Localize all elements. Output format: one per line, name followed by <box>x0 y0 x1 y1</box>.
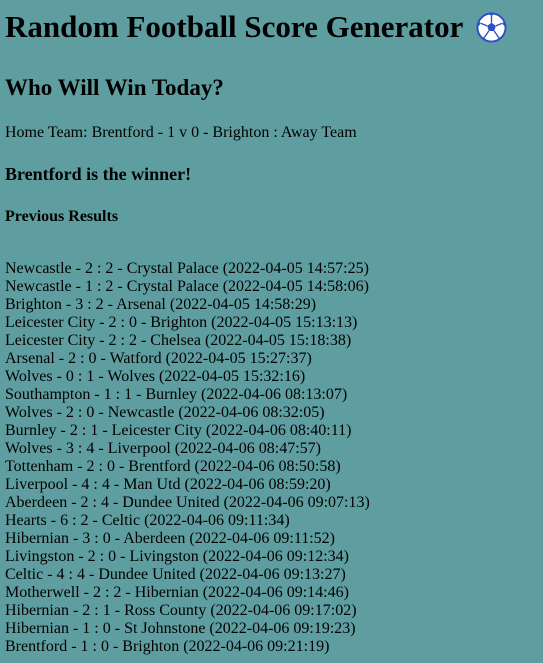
previous-results-heading: Previous Results <box>5 208 119 225</box>
result-row: Tottenham - 2 : 0 - Brentford (2022-04-0… <box>5 458 341 475</box>
result-row: Burnley - 2 : 1 - Leicester City (2022-0… <box>5 422 352 439</box>
result-row: Hibernian - 3 : 0 - Aberdeen (2022-04-06… <box>5 530 335 547</box>
soccer-ball-icon <box>476 11 507 43</box>
result-row: Hibernian - 1 : 0 - St Johnstone (2022-0… <box>5 620 356 637</box>
result-row: Aberdeen - 2 : 4 - Dundee United (2022-0… <box>5 494 370 511</box>
result-row: Southampton - 1 : 1 - Burnley (2022-04-0… <box>5 386 348 403</box>
result-row: Celtic - 4 : 4 - Dundee United (2022-04-… <box>5 566 346 583</box>
result-row: Newcastle - 2 : 2 - Crystal Palace (2022… <box>5 260 369 277</box>
result-row: Hearts - 6 : 2 - Celtic (2022-04-06 09:1… <box>5 512 290 529</box>
winner-text: Brentford is the winner! <box>5 164 192 184</box>
result-row: Hibernian - 2 : 1 - Ross County (2022-04… <box>5 602 357 619</box>
page-title-row: Random Football Score Generator <box>5 0 538 45</box>
result-row: Wolves - 0 : 1 - Wolves (2022-04-05 15:3… <box>5 368 306 385</box>
result-row: Wolves - 3 : 4 - Liverpool (2022-04-06 0… <box>5 440 321 457</box>
result-row: Arsenal - 2 : 0 - Watford (2022-04-05 15… <box>5 350 312 367</box>
result-row: Leicester City - 2 : 0 - Brighton (2022-… <box>5 314 358 331</box>
current-match-line: Home Team: Brentford - 1 v 0 - Brighton … <box>5 124 357 141</box>
page-title: Random Football Score Generator <box>5 9 464 44</box>
result-row: Brighton - 3 : 2 - Arsenal (2022-04-05 1… <box>5 296 317 313</box>
result-row: Liverpool - 4 : 4 - Man Utd (2022-04-06 … <box>5 476 331 493</box>
page: Random Football Score Generator Who Will… <box>0 0 543 656</box>
previous-results-list: Newcastle - 2 : 2 - Crystal Palace (2022… <box>5 260 538 656</box>
result-row: Brentford - 1 : 0 - Brighton (2022-04-06… <box>5 638 330 655</box>
result-row: Wolves - 2 : 0 - Newcastle (2022-04-06 0… <box>5 404 325 421</box>
result-row: Livingston - 2 : 0 - Livingston (2022-04… <box>5 548 349 565</box>
result-row: Newcastle - 1 : 2 - Crystal Palace (2022… <box>5 278 369 295</box>
result-row: Motherwell - 2 : 2 - Hibernian (2022-04-… <box>5 584 349 601</box>
page-subtitle: Who Will Win Today? <box>5 75 224 100</box>
result-row: Leicester City - 2 : 2 - Chelsea (2022-0… <box>5 332 352 349</box>
